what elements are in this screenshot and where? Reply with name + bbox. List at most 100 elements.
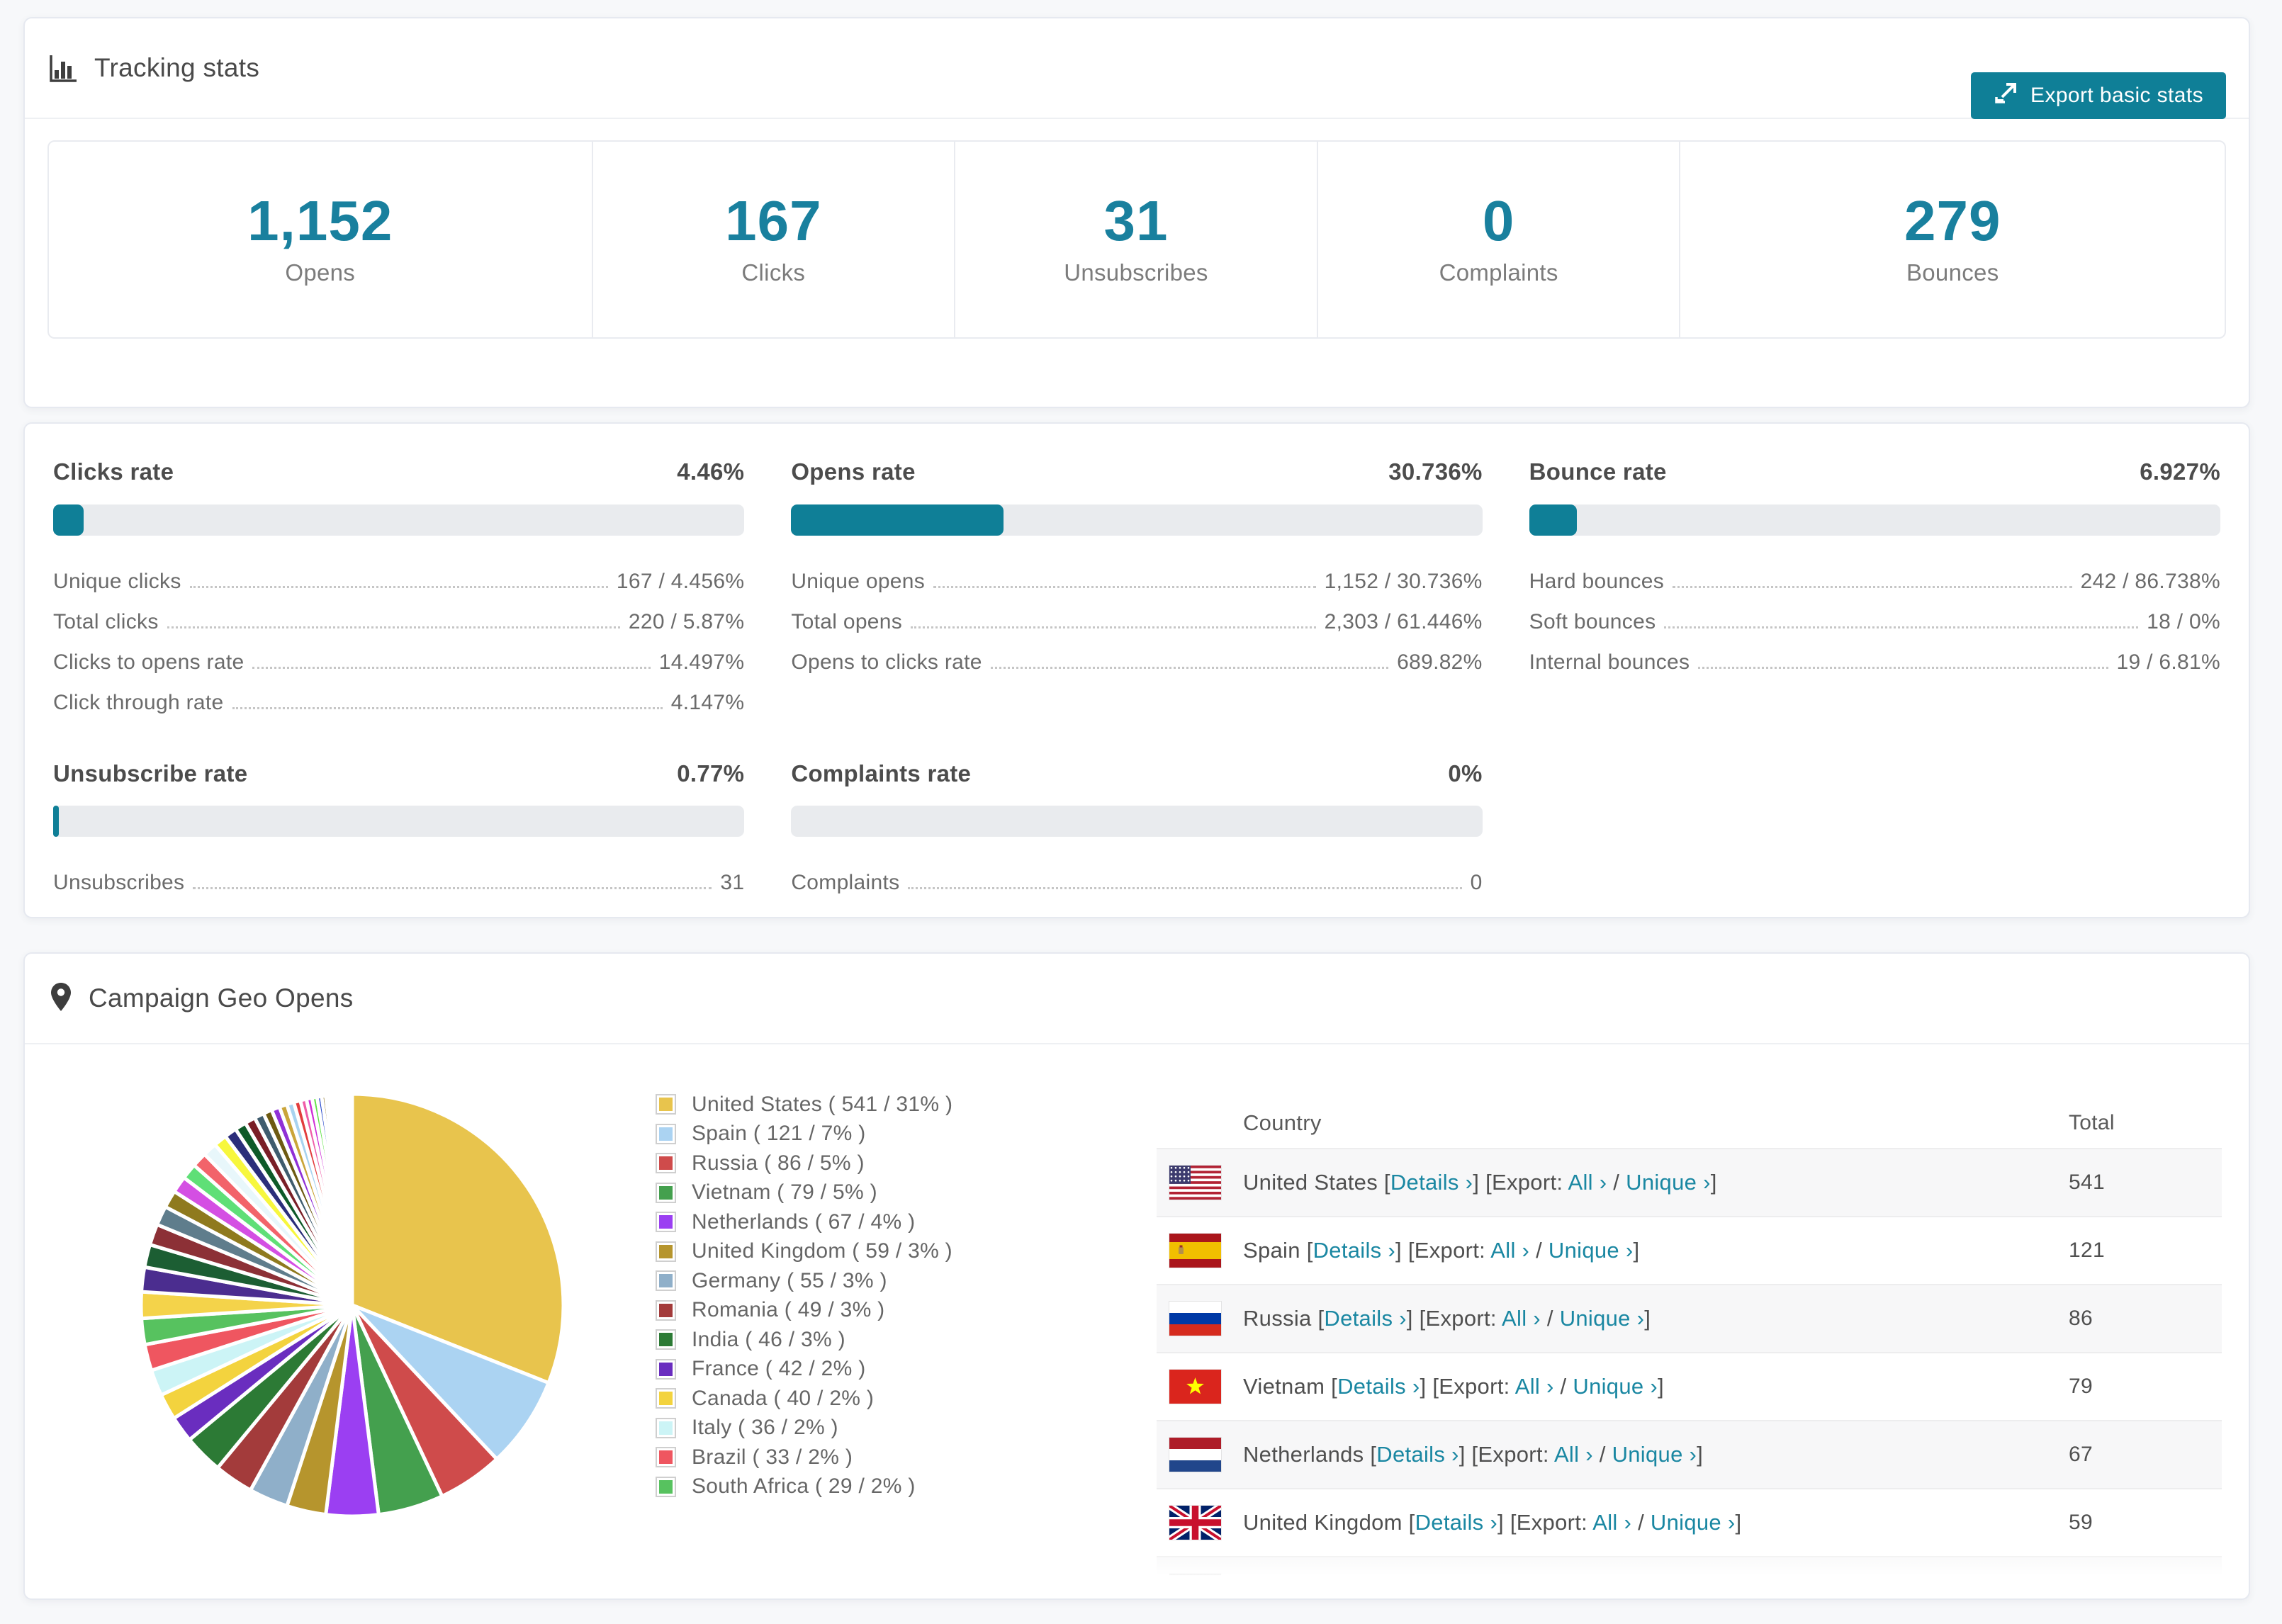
legend-swatch (656, 1153, 676, 1174)
rate-title: Clicks rate (53, 458, 174, 485)
summary-stats-row: 1,152 Opens 167 Clicks 31 Unsubscribes 0 Compla… (47, 140, 2226, 339)
legend-label: United States ( 541 / 31% ) (692, 1092, 953, 1116)
legend-label: Russia ( 86 / 5% ) (692, 1151, 865, 1175)
details-link[interactable]: Details › (1313, 1238, 1395, 1263)
details-link[interactable]: Details › (1347, 1578, 1429, 1598)
legend-item-russia: Russia ( 86 / 5% ) (656, 1149, 952, 1178)
rate-detail-row: Total opens 2,303 / 61.446% (791, 593, 1482, 633)
rate-header: Complaints rate 0% (791, 760, 1482, 788)
export-unique-link[interactable]: Unique › (1548, 1238, 1634, 1263)
total-cell: 86 (2069, 1307, 2093, 1330)
rate-block-bounce-rate: Bounce rate 6.927% Hard bounces 242 / 86.73… (1529, 458, 2220, 714)
details-link[interactable]: Details › (1376, 1442, 1458, 1467)
rate-progress-track (53, 806, 745, 838)
export-unique-link[interactable]: Unique › (1573, 1374, 1658, 1399)
details-link[interactable]: Details › (1390, 1170, 1473, 1195)
rate-value: 0% (1448, 760, 1483, 786)
detail-value: 0 (1470, 871, 1483, 895)
campaign-stats-page: { "colors": { "accent": "#19809e", "acce… (0, 0, 2282, 1624)
geo-opens-table: Country Total United States [Details ›] … (1157, 1098, 2222, 1600)
export-all-link[interactable]: All › (1515, 1374, 1554, 1399)
flag-icon-de (1169, 1574, 1221, 1598)
legend-label: France ( 42 / 2% ) (692, 1357, 866, 1381)
detail-value: 19 / 6.81% (2116, 650, 2220, 674)
rate-detail-row: Total clicks 220 / 5.87% (53, 593, 744, 633)
total-cell: 55 (2069, 1579, 2093, 1600)
rate-block-complaints-rate: Complaints rate 0% Complaints 0 (791, 760, 1483, 894)
table-row-united-kingdom: United Kingdom [Details ›] [Export: All … (1157, 1488, 2222, 1556)
legend-item-united-states: United States ( 541 / 31% ) (656, 1090, 952, 1120)
flag-cell (1157, 1438, 1236, 1472)
dotted-leader (990, 666, 1389, 669)
legend-item-canada: Canada ( 40 / 2% ) (656, 1384, 952, 1414)
rate-title: Complaints rate (791, 760, 972, 786)
export-unique-link[interactable]: Unique › (1651, 1510, 1736, 1535)
stat-value: 279 (1904, 189, 2001, 252)
table-row-united-states: United States [Details ›] [Export: All ›… (1157, 1148, 2222, 1216)
legend-item-brazil: Brazil ( 33 / 2% ) (656, 1443, 952, 1472)
export-all-link[interactable]: All › (1502, 1306, 1541, 1331)
table-row-germany: Germany [Details ›] [Export: All › / Uni… (1157, 1556, 2222, 1600)
column-header-country: Country (1243, 1110, 1322, 1135)
legend-label: Germany ( 55 / 3% ) (692, 1268, 887, 1292)
dotted-leader (1664, 626, 2139, 628)
country-cell: United Kingdom [Details ›] [Export: All … (1243, 1510, 1742, 1535)
export-all-link[interactable]: All › (1525, 1578, 1564, 1598)
details-link[interactable]: Details › (1324, 1306, 1406, 1331)
rate-header: Unsubscribe rate 0.77% (53, 760, 744, 788)
country-name: United States [ (1243, 1170, 1390, 1195)
summary-stat-bounces: 279 Bounces (1680, 142, 2225, 337)
legend-label: Canada ( 40 / 2% ) (692, 1386, 875, 1410)
legend-item-netherlands: Netherlands ( 67 / 4% ) (656, 1207, 952, 1237)
legend-swatch (656, 1447, 676, 1468)
detail-value: 167 / 4.456% (616, 569, 745, 593)
pie-slice-other[interactable] (350, 1092, 354, 1307)
rate-detail-rows: Complaints 0 (791, 854, 1482, 894)
detail-value: 4.147% (670, 690, 745, 714)
flag-icon-vn (1169, 1370, 1221, 1404)
stat-label: Opens (285, 259, 356, 286)
dotted-leader (167, 626, 620, 628)
stat-value: 0 (1482, 189, 1515, 252)
details-link[interactable]: Details › (1415, 1510, 1497, 1535)
export-unique-link[interactable]: Unique › (1612, 1442, 1697, 1467)
rate-value: 30.736% (1388, 458, 1483, 485)
total-cell: 67 (2069, 1443, 2093, 1466)
rate-progress-fill (53, 504, 84, 536)
stat-value: 1,152 (247, 189, 393, 252)
export-all-link[interactable]: All › (1568, 1170, 1607, 1195)
export-all-link[interactable]: All › (1554, 1442, 1593, 1467)
export-all-link[interactable]: All › (1592, 1510, 1631, 1535)
legend-swatch (656, 1241, 676, 1262)
summary-stat-complaints: 0 Complaints (1318, 142, 1681, 337)
export-unique-link[interactable]: Unique › (1626, 1170, 1711, 1195)
export-all-link[interactable]: All › (1490, 1238, 1529, 1263)
detail-label: Soft bounces (1529, 609, 1656, 633)
export-basic-stats-button[interactable]: Export basic stats (1971, 72, 2226, 119)
table-row-netherlands: Netherlands [Details ›] [Export: All › /… (1157, 1420, 2222, 1488)
summary-stat-opens: 1,152 Opens (49, 142, 593, 337)
legend-swatch (656, 1182, 676, 1203)
flag-cell (1157, 1302, 1236, 1336)
total-cell: 59 (2069, 1511, 2093, 1534)
export-unique-link[interactable]: Unique › (1583, 1578, 1668, 1598)
legend-item-france: France ( 42 / 2% ) (656, 1355, 952, 1385)
dotted-leader (1698, 666, 2108, 669)
country-cell: Netherlands [Details ›] [Export: All › /… (1243, 1442, 1704, 1467)
country-cell: United States [Details ›] [Export: All ›… (1243, 1170, 1717, 1195)
export-unique-link[interactable]: Unique › (1560, 1306, 1645, 1331)
rate-title: Bounce rate (1529, 458, 1667, 485)
rate-detail-rows: Unique clicks 167 / 4.456% Total clicks 220… (53, 553, 744, 714)
stat-label: Clicks (741, 259, 806, 286)
rate-progress-track (791, 504, 1483, 536)
detail-value: 1,152 / 30.736% (1324, 569, 1483, 593)
geo-opens-legend: United States ( 541 / 31% ) Spain ( 121 /… (656, 1090, 952, 1501)
flag-cell (1157, 1234, 1236, 1268)
rate-value: 4.46% (677, 458, 745, 485)
legend-swatch (656, 1299, 676, 1321)
export-button-label: Export basic stats (2030, 84, 2203, 107)
column-header-total: Total (2069, 1111, 2115, 1134)
details-link[interactable]: Details › (1337, 1374, 1420, 1399)
detail-label: Internal bounces (1529, 650, 1690, 674)
legend-item-spain: Spain ( 121 / 7% ) (656, 1120, 952, 1149)
